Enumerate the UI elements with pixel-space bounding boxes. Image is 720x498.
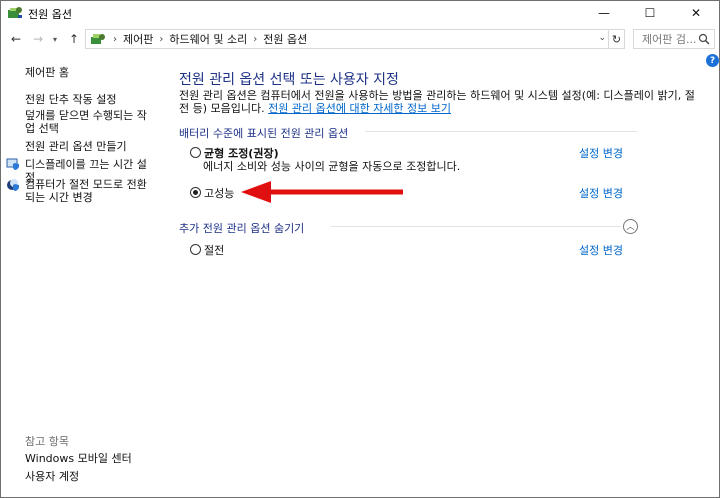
section-divider [365, 131, 637, 132]
breadcrumb-separator-icon: › [159, 33, 164, 45]
annotation-arrow-icon [241, 181, 403, 203]
see-also-header: 참고 항목 [25, 435, 69, 448]
plan-balanced-description: 에너지 소비와 성능 사이의 균형을 자동으로 조정합니다. [203, 160, 461, 173]
plan-power-saver-radio[interactable] [190, 244, 201, 255]
more-info-link[interactable]: 전원 관리 옵션에 대한 자세한 정보 보기 [268, 102, 451, 115]
plan-high-performance-label[interactable]: 고성능 [204, 185, 234, 201]
sidebar-item-power-button[interactable]: 전원 단추 작동 설정 [25, 93, 155, 106]
monitor-shield-icon [6, 158, 19, 170]
moon-shield-icon [7, 179, 19, 191]
power-options-icon [8, 7, 22, 18]
title-bar: 전원 옵션 — ☐ ✕ [1, 1, 719, 25]
address-dropdown-icon[interactable]: ⌄ [598, 33, 606, 43]
window-title: 전원 옵션 [28, 8, 72, 21]
refresh-icon[interactable]: ↻ [609, 29, 625, 49]
plan-high-performance-radio[interactable] [190, 187, 201, 198]
change-settings-link-balanced[interactable]: 설정 변경 [579, 145, 623, 161]
sidebar-item-user-accounts[interactable]: 사용자 계정 [25, 470, 155, 483]
back-arrow-icon[interactable]: ← [7, 29, 25, 49]
battery-section-heading: 배터리 수준에 표시된 전원 관리 옵션 [179, 127, 349, 140]
search-icon [698, 33, 710, 45]
forward-arrow-icon[interactable]: → [29, 29, 47, 49]
power-options-window: 전원 옵션 — ☐ ✕ ← → ▾ ↑ › 제어판 › 하드웨어 및 소리 › … [0, 0, 720, 498]
search-input[interactable]: 제어판 검... [633, 29, 715, 49]
hidden-plans-heading: 추가 전원 관리 옵션 숨기기 [179, 222, 305, 235]
section-divider [331, 226, 621, 227]
breadcrumb-hardware-sound[interactable]: 하드웨어 및 소리 [169, 31, 247, 47]
help-button[interactable]: ? [706, 54, 719, 67]
page-title: 전원 관리 옵션 선택 또는 사용자 지정 [179, 72, 399, 88]
change-settings-link-high-performance[interactable]: 설정 변경 [579, 185, 623, 201]
close-button[interactable]: ✕ [673, 1, 719, 25]
maximize-button[interactable]: ☐ [627, 1, 673, 25]
plan-balanced-radio[interactable] [190, 147, 201, 158]
address-row: ← → ▾ ↑ › 제어판 › 하드웨어 및 소리 › 전원 옵션 ⌄ ↻ 제어… [1, 27, 719, 51]
sidebar-item-sleep-time[interactable]: 컴퓨터가 절전 모드로 전환되는 시간 변경 [25, 178, 151, 204]
minimize-button[interactable]: — [581, 1, 627, 25]
sidebar: 제어판 홈 전원 단추 작동 설정 덮개를 닫으면 수행되는 작업 선택 전원 … [1, 56, 161, 496]
sidebar-item-lid-close[interactable]: 덮개를 닫으면 수행되는 작업 선택 [25, 109, 153, 135]
breadcrumb-separator-icon: › [253, 33, 258, 45]
breadcrumb-control-panel[interactable]: 제어판 [123, 31, 153, 47]
address-bar[interactable]: › 제어판 › 하드웨어 및 소리 › 전원 옵션 ⌄ [85, 29, 609, 49]
sidebar-item-create-plan[interactable]: 전원 관리 옵션 만들기 [25, 140, 155, 153]
breadcrumb-separator-icon: › [113, 33, 117, 45]
sidebar-item-mobility-center[interactable]: Windows 모바일 센터 [25, 452, 165, 465]
page-description: 전원 관리 옵션은 컴퓨터에서 전원을 사용하는 방법을 관리하는 하드웨어 및… [179, 89, 699, 115]
control-panel-icon [91, 34, 105, 44]
search-placeholder: 제어판 검... [642, 33, 697, 46]
collapse-chevron-up-icon[interactable]: ︿ [623, 219, 638, 234]
recent-locations-chevron-icon[interactable]: ▾ [49, 29, 61, 49]
up-arrow-icon[interactable]: ↑ [65, 29, 83, 49]
breadcrumb-power-options[interactable]: 전원 옵션 [263, 31, 307, 47]
sidebar-item-control-panel-home[interactable]: 제어판 홈 [25, 66, 155, 79]
change-settings-link-power-saver[interactable]: 설정 변경 [579, 242, 623, 258]
plan-power-saver-label[interactable]: 절전 [204, 242, 224, 258]
